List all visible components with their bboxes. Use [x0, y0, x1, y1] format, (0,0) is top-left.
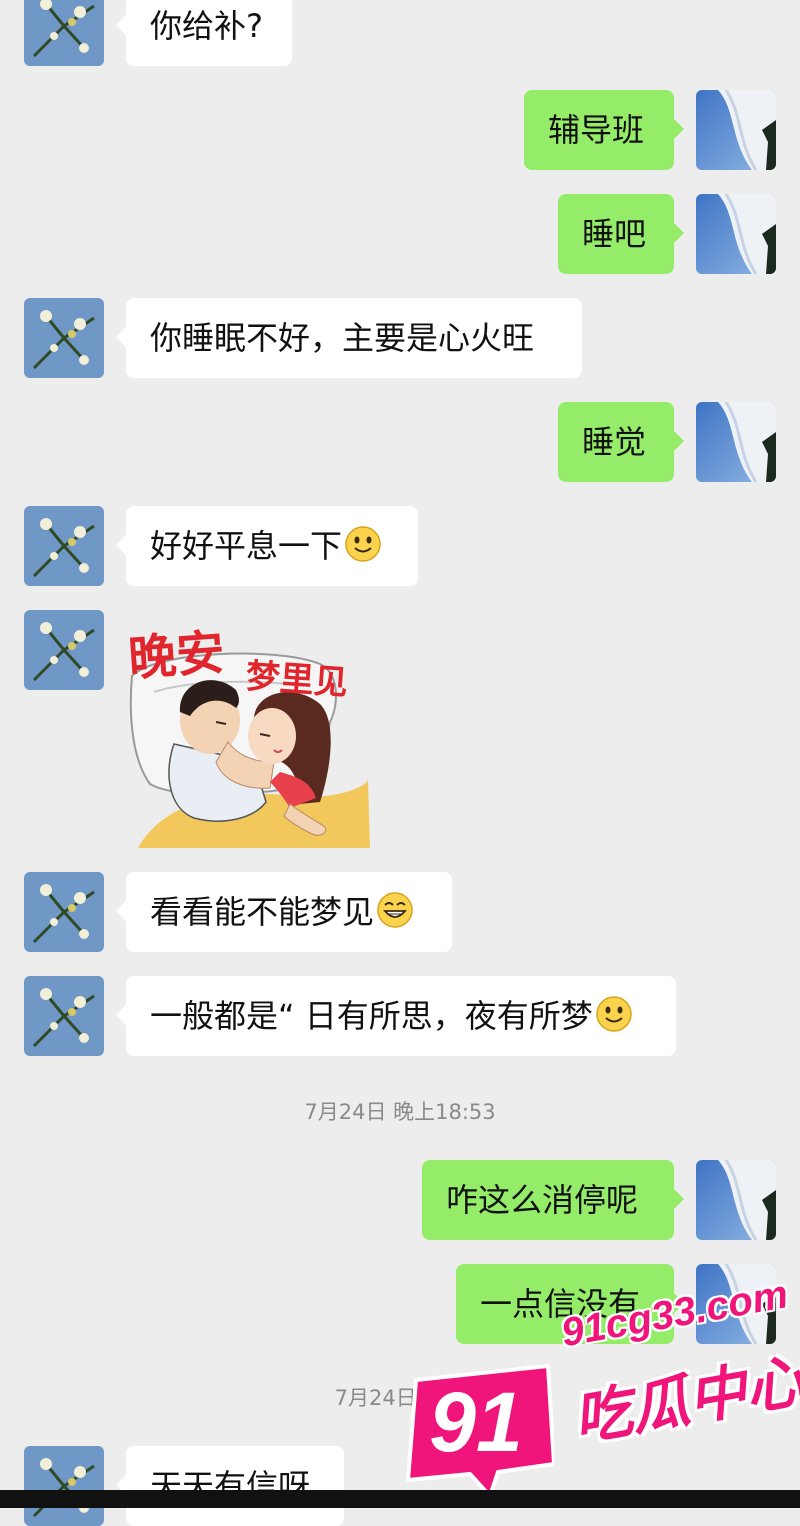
message-bubble[interactable]: 一般都是“ 日有所思，夜有所梦 [116, 976, 676, 1056]
site-watermark: 91 91cg33.com 吃瓜中心 [398, 1272, 800, 1508]
message-bubble[interactable]: 你睡眠不好，主要是心火旺 [116, 298, 582, 378]
grin-emoji-icon [376, 891, 414, 929]
message-bubble[interactable]: 天天有信呀 [116, 1446, 344, 1526]
contact-avatar[interactable] [24, 872, 104, 952]
message-text: 你睡眠不好，主要是心火旺 [150, 319, 535, 357]
message-text: 睡觉 [582, 423, 647, 461]
message-text: 你给补? [150, 7, 263, 45]
goodnight-sticker[interactable]: 晚安 梦里见 [124, 612, 376, 856]
message-text: 辅导班 [548, 111, 645, 149]
contact-avatar[interactable] [24, 298, 104, 378]
sticker-caption-see-you-in-dreams: 梦里见 [244, 656, 350, 704]
smile-emoji-icon [595, 995, 633, 1033]
user-avatar[interactable] [696, 90, 776, 170]
message-text: 睡吧 [582, 215, 647, 253]
smile-emoji-icon [344, 525, 382, 563]
user-avatar[interactable] [696, 194, 776, 274]
bottom-bar [0, 1490, 800, 1508]
message-text: 一般都是“ 日有所思，夜有所梦 [150, 997, 593, 1035]
message-bubble[interactable]: 辅导班 [524, 90, 684, 170]
message-bubble[interactable]: 你给补? [116, 0, 292, 66]
message-bubble[interactable]: 睡吧 [558, 194, 684, 274]
message-text: 看看能不能梦见 [150, 893, 375, 931]
sticker-caption-goodnight: 晚安 [126, 624, 227, 688]
watermark-number: 91 [429, 1375, 523, 1469]
watermark-brand: 吃瓜中心 [568, 1346, 800, 1454]
message-text: 好好平息一下 [150, 527, 343, 565]
contact-avatar[interactable] [24, 506, 104, 586]
contact-avatar[interactable] [24, 1446, 104, 1526]
message-bubble[interactable]: 看看能不能梦见 [116, 872, 452, 952]
contact-avatar[interactable] [24, 610, 104, 690]
timestamp: 7月24日 晚上18:53 [304, 1100, 496, 1124]
user-avatar[interactable] [696, 402, 776, 482]
message-bubble[interactable]: 睡觉 [558, 402, 684, 482]
contact-avatar[interactable] [24, 0, 104, 66]
message-bubble[interactable]: 咋这么消停呢 [422, 1160, 684, 1240]
message-text: 咋这么消停呢 [446, 1181, 639, 1219]
contact-avatar[interactable] [24, 976, 104, 1056]
user-avatar[interactable] [696, 1160, 776, 1240]
message-bubble[interactable]: 好好平息一下 [116, 506, 418, 586]
